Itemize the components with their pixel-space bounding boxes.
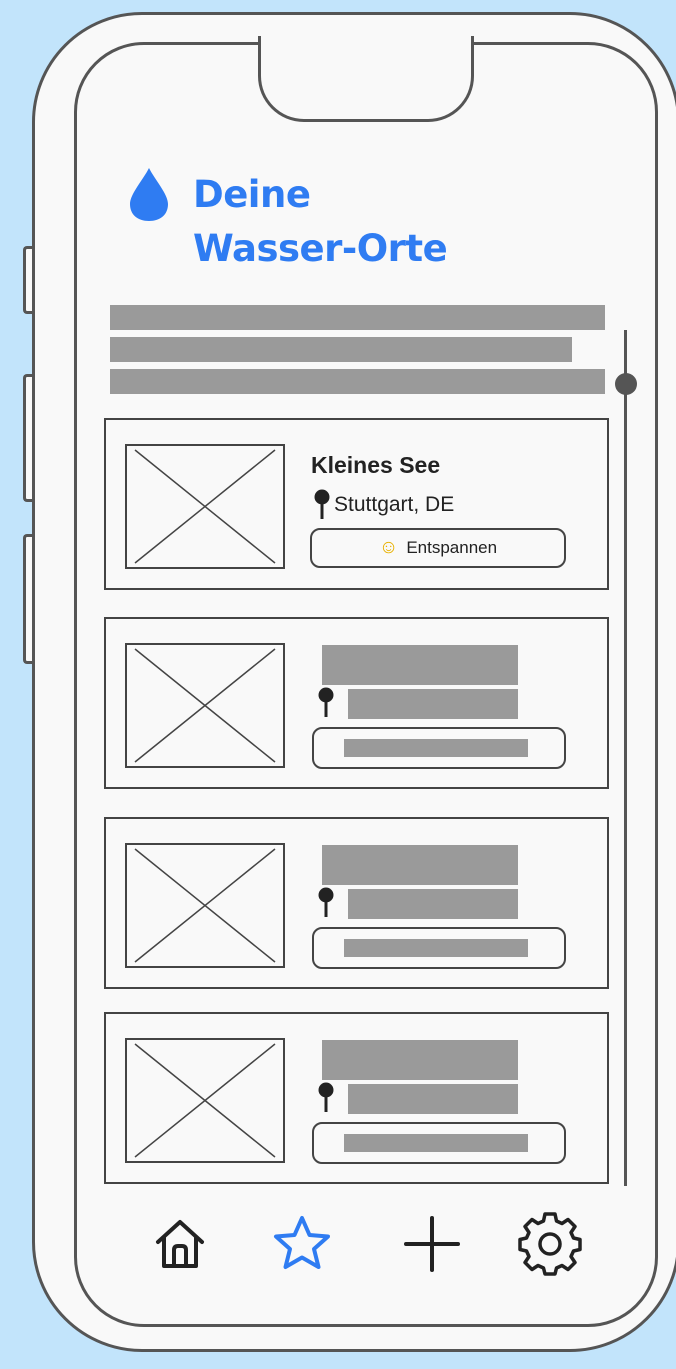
place-location-placeholder — [348, 689, 518, 719]
page-title-line1: Deine — [193, 173, 311, 216]
image-placeholder — [125, 643, 285, 768]
place-name-placeholder — [322, 1040, 518, 1080]
mood-tag-placeholder — [344, 939, 528, 957]
phone-side-button — [23, 246, 32, 314]
mood-tag[interactable] — [312, 927, 566, 969]
page-title-line2: Wasser-Orte — [193, 227, 448, 270]
page-title: Deine Wasser-Orte — [193, 168, 448, 276]
mood-tag[interactable]: ☺ Entspannen — [310, 528, 566, 568]
mood-tag-placeholder — [344, 739, 528, 757]
plus-icon — [404, 1216, 460, 1272]
nav-favorites-button[interactable] — [270, 1212, 334, 1276]
location-pin-icon — [318, 1082, 334, 1112]
place-name-placeholder — [322, 645, 518, 685]
nav-home-button[interactable] — [148, 1212, 212, 1276]
image-placeholder — [125, 843, 285, 968]
place-location: Stuttgart, DE — [314, 489, 455, 519]
gear-icon — [518, 1212, 582, 1276]
location-pin-icon — [318, 887, 334, 917]
mood-tag-label: Entspannen — [406, 538, 498, 557]
place-card[interactable] — [104, 1012, 609, 1184]
place-location-text: Stuttgart, DE — [334, 493, 455, 516]
scrollbar-thumb[interactable] — [615, 373, 637, 395]
phone-side-button — [23, 534, 32, 664]
mood-tag[interactable] — [312, 1122, 566, 1164]
place-location-placeholder — [348, 1084, 518, 1114]
place-location-placeholder — [348, 889, 518, 919]
relaxing-person-emoji: ☺ — [378, 537, 399, 558]
mood-tag-placeholder — [344, 1134, 528, 1152]
place-name-placeholder — [322, 845, 518, 885]
location-pin-icon — [314, 489, 330, 519]
water-drop-icon — [130, 168, 168, 221]
nav-settings-button[interactable] — [518, 1212, 582, 1276]
image-placeholder — [125, 1038, 285, 1163]
intro-text-placeholder — [110, 369, 605, 394]
home-icon — [156, 1220, 204, 1268]
nav-add-button[interactable] — [400, 1212, 464, 1276]
scrollbar-track[interactable] — [624, 330, 627, 1186]
place-card[interactable]: Kleines See Stuttgart, DE ☺ Entspannen — [104, 418, 609, 590]
location-pin-icon — [318, 687, 334, 717]
place-card[interactable] — [104, 817, 609, 989]
image-placeholder — [125, 444, 285, 569]
star-icon — [274, 1216, 330, 1269]
intro-text-placeholder — [110, 305, 605, 330]
place-card[interactable] — [104, 617, 609, 789]
intro-text-placeholder — [110, 337, 572, 362]
place-name: Kleines See — [311, 452, 441, 478]
mood-tag[interactable] — [312, 727, 566, 769]
phone-side-button — [23, 374, 32, 502]
phone-notch — [258, 36, 474, 122]
